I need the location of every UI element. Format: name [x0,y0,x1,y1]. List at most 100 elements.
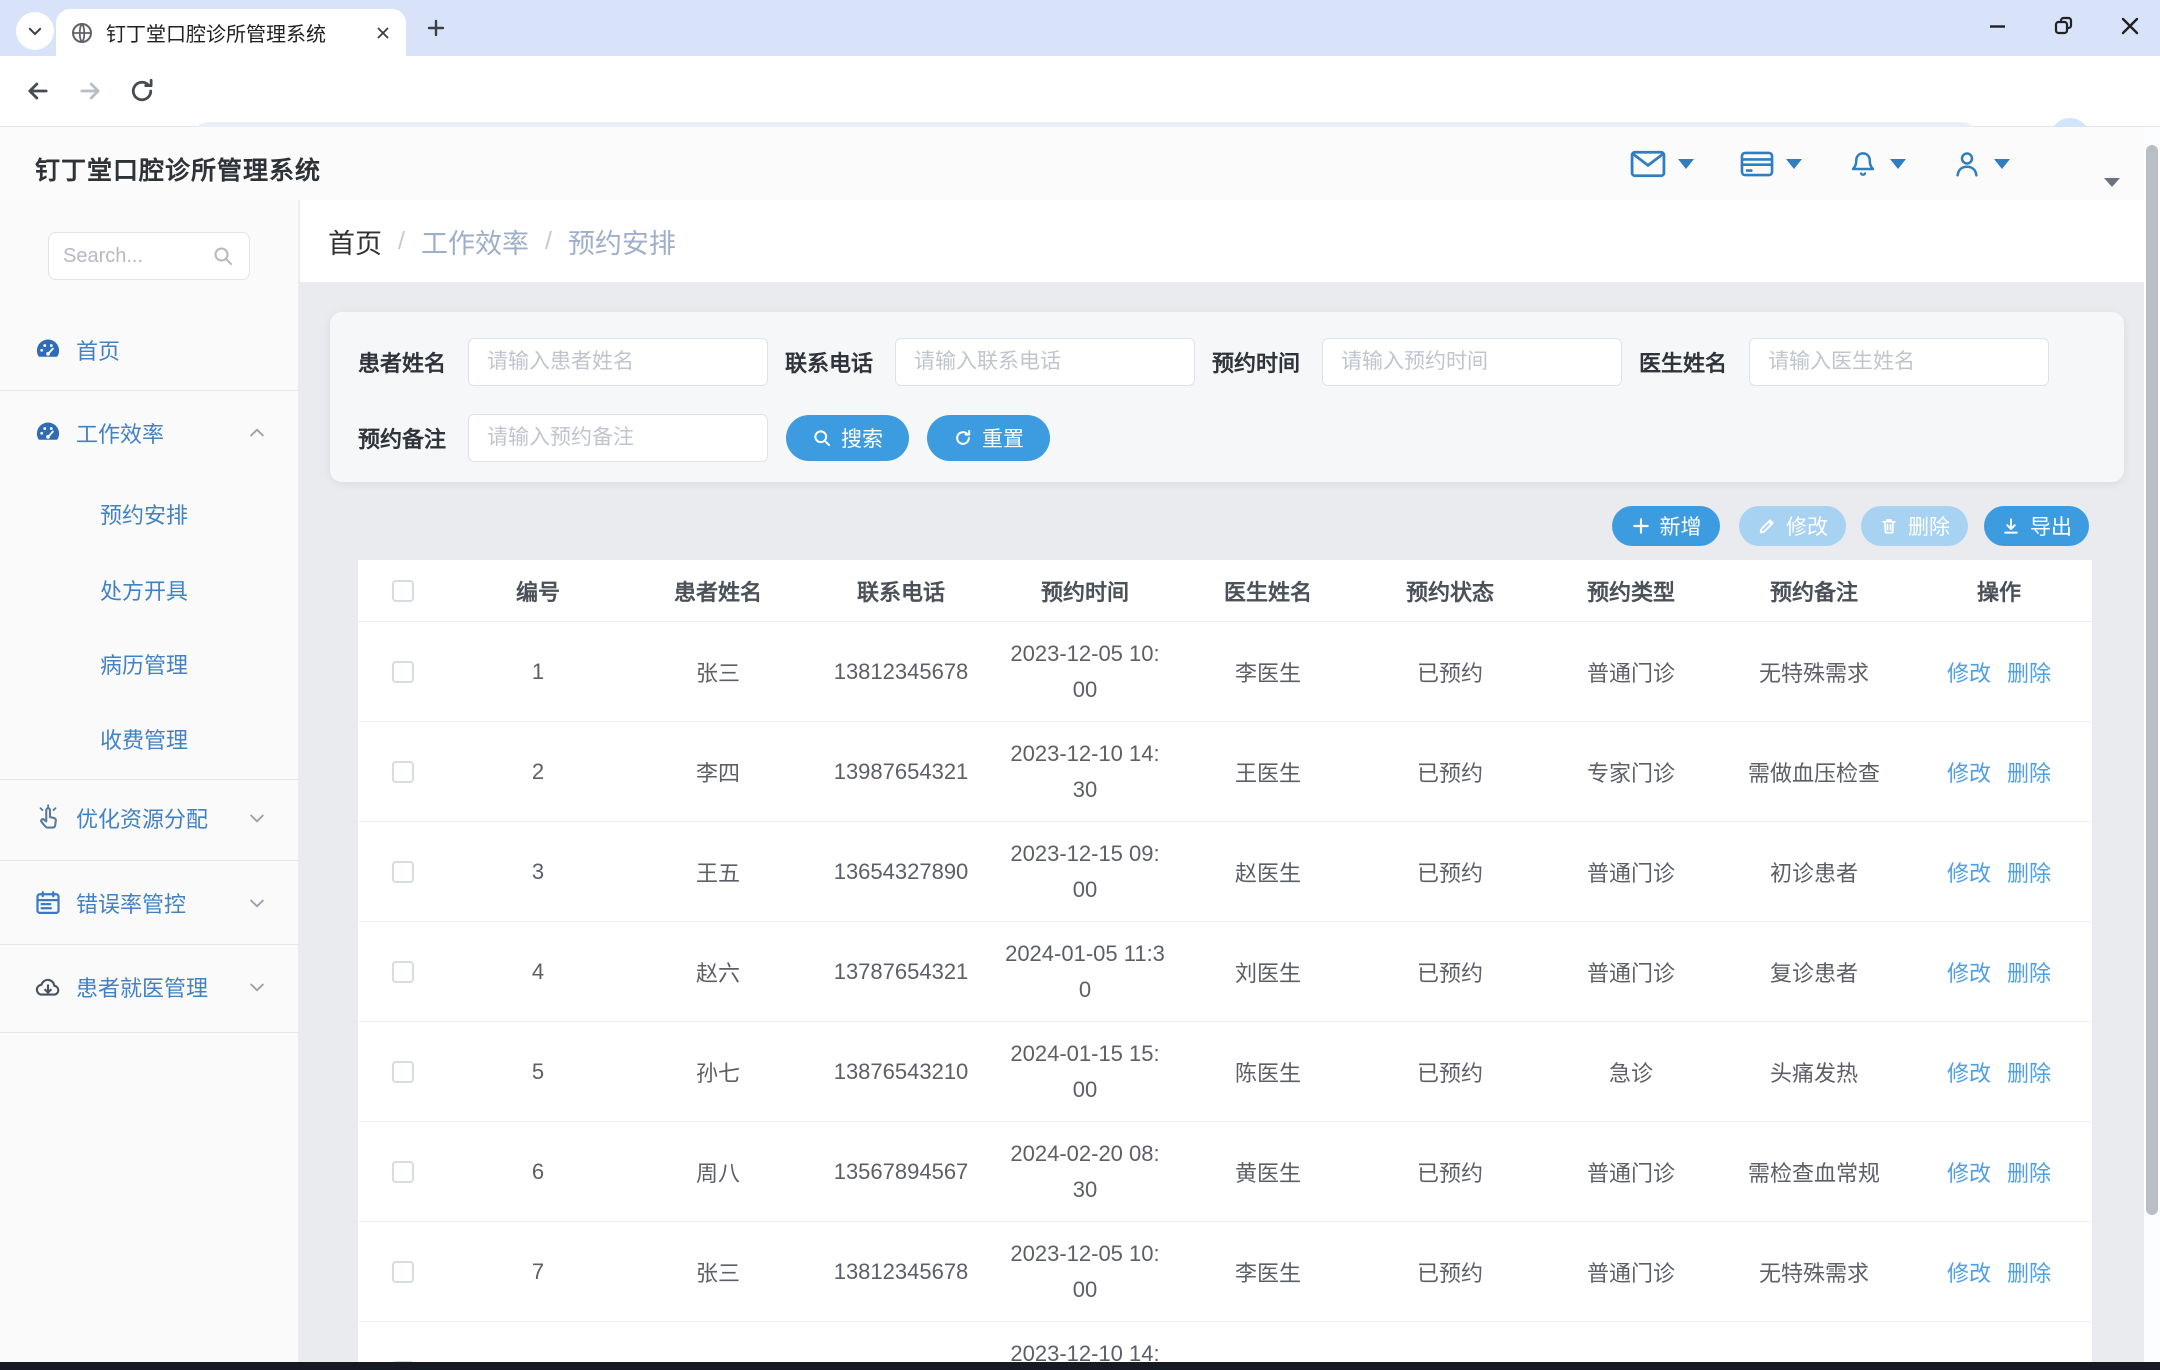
page-scrollbar[interactable] [2144,127,2160,1362]
row-delete-link[interactable]: 删除 [2007,956,2051,988]
row-edit-link[interactable]: 修改 [1947,1256,1991,1288]
forward-icon[interactable] [76,77,104,105]
sidebar-item-home[interactable]: 首页 [0,322,299,378]
new-tab-button[interactable] [424,16,448,40]
row-edit-link[interactable]: 修改 [1947,756,1991,788]
chevron-down-icon [247,893,267,913]
delete-button[interactable]: 删除 [1861,506,1968,546]
row-edit-link[interactable]: 修改 [1947,956,1991,988]
sidebar-item-label: 患者就医管理 [76,971,208,1003]
cell-doctor-name: 陈医生 [1176,1056,1360,1088]
user-menu[interactable] [1952,149,2010,179]
row-edit-link[interactable]: 修改 [1947,1056,1991,1088]
pencil-icon [1757,516,1777,536]
cell-phone: 13987654321 [808,759,994,785]
tab-list-chevron-button[interactable] [16,12,54,50]
caret-down-icon [1786,159,1802,169]
cell-phone: 13876543210 [808,1059,994,1085]
pointer-click-icon [34,804,62,832]
cell-id: 1 [448,659,628,685]
reset-button[interactable]: 重置 [927,415,1050,461]
row-checkbox[interactable] [392,761,414,783]
export-button[interactable]: 导出 [1984,506,2089,546]
header-collapse-caret-icon[interactable] [2104,178,2120,187]
cell-note: 初诊患者 [1722,856,1906,888]
breadcrumb-work-efficiency[interactable]: 工作效率 [421,222,529,261]
row-delete-link[interactable]: 删除 [2007,856,2051,888]
tab-title: 钉丁堂口腔诊所管理系统 [106,18,362,47]
search-button[interactable]: 搜索 [786,415,909,461]
row-checkbox[interactable] [392,961,414,983]
cell-doctor-name: 黄医生 [1176,1156,1360,1188]
row-delete-link[interactable]: 删除 [2007,756,2051,788]
column-header-doctor: 医生姓名 [1176,575,1360,607]
edit-button[interactable]: 修改 [1739,506,1846,546]
phone-input[interactable] [895,338,1195,386]
sidebar-subitem-label: 处方开具 [100,574,188,606]
patient-name-input[interactable] [468,338,768,386]
row-delete-link[interactable]: 删除 [2007,1156,2051,1188]
row-checkbox[interactable] [392,1061,414,1083]
row-checkbox[interactable] [392,661,414,683]
plus-icon [1631,516,1651,536]
appointment-time-input[interactable] [1322,338,1622,386]
cell-doctor-name: 李医生 [1176,656,1360,688]
sidebar-search-input[interactable] [63,245,203,268]
cell-status: 已预约 [1360,756,1540,788]
breadcrumb-separator: / [398,227,405,256]
sidebar-subitem-medical-records[interactable]: 病历管理 [0,639,299,689]
cell-appointment-time: 2023-12-05 10: 00 [994,1236,1176,1308]
window-restore-icon[interactable] [2052,14,2076,38]
row-checkbox[interactable] [392,1261,414,1283]
cell-type: 普通门诊 [1540,856,1722,888]
note-input[interactable] [468,414,768,462]
cell-appointment-time: 2023-12-15 09: 00 [994,836,1176,908]
row-edit-link[interactable]: 修改 [1947,656,1991,688]
divider [0,944,299,945]
sidebar-subitem-appointment[interactable]: 预约安排 [0,489,299,539]
breadcrumb-home[interactable]: 首页 [328,222,382,261]
sidebar-search[interactable] [48,232,250,280]
row-delete-link[interactable]: 删除 [2007,1056,2051,1088]
scrollbar-thumb[interactable] [2146,145,2158,1215]
doctor-name-input[interactable] [1749,338,2049,386]
cell-status: 已预约 [1360,956,1540,988]
sidebar-subitem-prescription[interactable]: 处方开具 [0,565,299,615]
row-checkbox[interactable] [392,861,414,883]
sidebar-item-error-rate[interactable]: 错误率管控 [0,875,299,931]
column-header-id: 编号 [448,575,628,607]
window-close-icon[interactable] [2118,14,2142,38]
sidebar-item-resource-allocation[interactable]: 优化资源分配 [0,790,299,846]
table-actions: 新增 修改 删除 导出 [358,506,2092,546]
cell-appointment-time: 2024-02-20 08: 30 [994,1136,1176,1208]
back-icon[interactable] [24,77,52,105]
sidebar-item-patient-care[interactable]: 患者就医管理 [0,959,299,1015]
cloud-download-icon [34,973,62,1001]
tab-close-icon[interactable] [374,24,392,42]
sidebar-item-work-efficiency[interactable]: 工作效率 [0,405,299,461]
app-header: 钉丁堂口腔诊所管理系统 [0,127,2160,200]
row-checkbox[interactable] [392,1161,414,1183]
panel-menu[interactable] [1740,150,1802,178]
chevron-down-icon [247,977,267,997]
reload-icon[interactable] [128,77,156,105]
notifications-menu[interactable] [1848,149,1906,179]
cell-patient-name: 张三 [628,656,808,688]
table-row: 7 张三 13812345678 2023-12-05 10: 00 李医生 已… [358,1222,2092,1322]
cell-type: 急诊 [1540,1056,1722,1088]
row-edit-link[interactable]: 修改 [1947,856,1991,888]
sidebar-subitem-billing[interactable]: 收费管理 [0,714,299,764]
window-minimize-icon[interactable] [1986,14,2010,38]
row-delete-link[interactable]: 删除 [2007,1256,2051,1288]
appointments-table: 编号 患者姓名 联系电话 预约时间 医生姓名 预约状态 预约类型 预约备注 操作… [358,560,2092,1362]
reset-button-label: 重置 [982,423,1024,453]
messages-menu[interactable] [1630,150,1694,178]
search-icon [812,428,832,448]
select-all-checkbox[interactable] [392,580,414,602]
add-button[interactable]: 新增 [1612,506,1720,546]
card-list-icon [1740,150,1774,178]
row-delete-link[interactable]: 删除 [2007,656,2051,688]
browser-tab[interactable]: 钉丁堂口腔诊所管理系统 [56,9,406,56]
cell-appointment-time: 2023-12-05 10: 00 [994,636,1176,708]
row-edit-link[interactable]: 修改 [1947,1156,1991,1188]
